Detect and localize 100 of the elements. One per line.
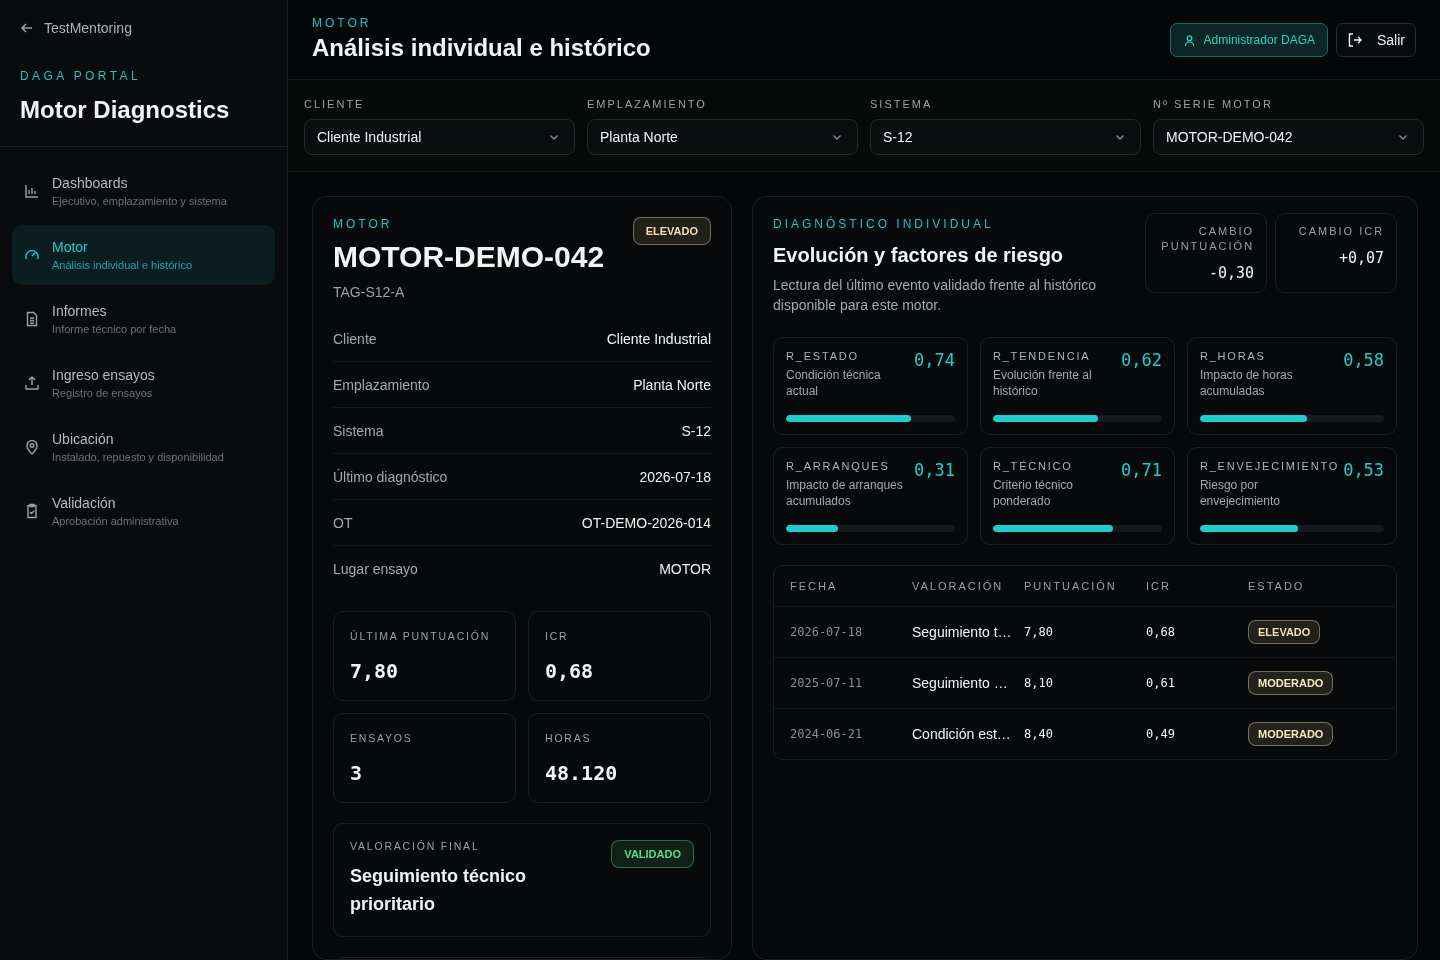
change-value: -0,30 (1208, 264, 1255, 282)
status-badge: MODERADO (1248, 671, 1334, 695)
column-header: ICR (1146, 580, 1172, 592)
factor-description: Criterio técnico ponderado (992, 477, 1074, 509)
factor-code: R_ARRANQUES (786, 460, 891, 472)
page-title: Análisis individual e histórico (312, 34, 651, 62)
stat-value: 7,80 (350, 659, 400, 683)
factor-description: Condición técnica actual (786, 367, 882, 399)
logout-icon (1347, 32, 1363, 48)
score-cell-text: 7,80 (1024, 625, 1054, 639)
user-button[interactable]: Administrador DAGA (1169, 23, 1328, 57)
status-badge: ELEVADO (632, 217, 711, 245)
score-cell-text: 8,40 (1024, 727, 1054, 741)
detail-label: Último diagnóstico (333, 468, 448, 485)
icr-cell-text: 0,68 (1146, 625, 1176, 639)
bar-chart-icon (24, 183, 40, 199)
nav-item[interactable]: Ubicación Instalado, repuesto y disponibilidad (12, 417, 275, 477)
filter-label: SISTEMA (870, 98, 934, 110)
stat-value: 3 (350, 761, 364, 785)
factor-value: 0,71 (1120, 460, 1162, 482)
icr-cell-text: 0,49 (1146, 727, 1176, 741)
nav-item[interactable]: Motor Análisis individual e histórico (12, 225, 275, 285)
motor-name: MOTOR-DEMO-042 (333, 240, 605, 274)
factor-code: R_TÉCNICO (992, 460, 1074, 472)
final-label: VALORACIÓN FINAL (350, 840, 481, 852)
factor-value: 0,53 (1343, 460, 1385, 482)
detail-label: Cliente (333, 330, 377, 347)
filter-label: EMPLAZAMIENTO (587, 98, 708, 110)
factor-code: R_HORAS (1199, 350, 1267, 362)
logout-button[interactable]: Salir (1336, 23, 1416, 57)
stat-label: HORAS (545, 732, 593, 744)
column-header: VALORACIÓN (912, 580, 1005, 592)
stat-value: 48.120 (545, 761, 619, 785)
status-badge: ELEVADO (1248, 620, 1321, 644)
back-link[interactable]: TestMentoring (20, 20, 267, 36)
clipboard-check-icon (24, 503, 40, 519)
location-pin-icon (24, 439, 40, 455)
detail-value: Planta Norte (633, 376, 711, 393)
card-description: Lectura del último evento validado frente al histórico disponible para este motor. (773, 276, 1097, 315)
detail-value: 2026-07-18 (639, 468, 711, 485)
page-eyebrow: MOTOR (312, 16, 373, 30)
column-header: ESTADO (1248, 580, 1306, 592)
detail-value: S-12 (681, 422, 711, 439)
brand-label: DAGA PORTAL (20, 69, 142, 83)
change-label: CAMBIO ICR (1298, 224, 1385, 239)
nav-item[interactable]: Ingreso ensayos Registro de ensayos (12, 353, 275, 413)
nav-item[interactable]: Informes Informe técnico por fecha (12, 289, 275, 349)
column-header: PUNTUACIÓN (1024, 580, 1118, 592)
document-icon (24, 311, 40, 327)
card-eyebrow: DIAGNÓSTICO INDIVIDUAL (773, 217, 995, 231)
card-eyebrow: MOTOR (333, 217, 394, 231)
upload-icon (24, 375, 40, 391)
select-field[interactable]: S-12 (870, 119, 1141, 155)
date-cell-text: 2026-07-18 (790, 625, 864, 639)
factor-code: R_ESTADO (786, 350, 860, 362)
arrow-left-icon (20, 21, 34, 35)
status-badge: MODERADO (1248, 722, 1334, 746)
date-cell-text: 2025-07-11 (790, 676, 864, 690)
filter-label: Nº SERIE MOTOR (1153, 98, 1274, 110)
detail-label: Sistema (333, 422, 384, 439)
factor-description: Riesgo por envejecimiento (1199, 477, 1281, 509)
date-cell-text: 2024-06-21 (790, 727, 864, 741)
factor-value: 0,62 (1120, 350, 1162, 372)
nav-item[interactable]: Dashboards Ejecutivo, emplazamiento y sistema (12, 161, 275, 221)
detail-value: MOTOR (659, 560, 711, 577)
factor-value: 0,58 (1343, 350, 1385, 372)
detail-label: Emplazamiento (333, 376, 430, 393)
assessment-cell-text: Seguimiento … (912, 675, 1009, 691)
final-assessment-text: Seguimiento técnico prioritario (350, 865, 528, 916)
change-value: +0,07 (1338, 249, 1385, 267)
score-cell-text: 8,10 (1024, 676, 1054, 690)
motor-tag: TAG-S12-A (333, 284, 605, 300)
change-label: CAMBIO PUNTUACIÓN (1160, 224, 1255, 254)
factor-value: 0,74 (914, 350, 955, 372)
factor-code: R_TENDENCIA (992, 350, 1092, 362)
stat-label: ÚLTIMA PUNTUACIÓN (350, 630, 492, 642)
factor-value: 0,31 (914, 460, 955, 482)
detail-label: OT (333, 514, 353, 531)
factor-description: Impacto de arranques acumulados (786, 477, 904, 509)
card-title: Evolución y factores de riesgo (773, 244, 1065, 267)
stat-label: ICR (545, 630, 570, 642)
stat-label: ENSAYOS (350, 732, 414, 744)
stat-value: 0,68 (545, 659, 595, 683)
filter-label: CLIENTE (304, 98, 366, 110)
user-icon (1182, 33, 1196, 47)
icr-cell-text: 0,61 (1146, 676, 1176, 690)
select-field[interactable]: Planta Norte (587, 119, 858, 155)
assessment-cell-text: Seguimiento t… (912, 624, 1013, 640)
detail-value: Cliente Industrial (606, 330, 711, 347)
factor-description: Evolución frente al histórico (992, 367, 1093, 399)
status-badge: VALIDADO (611, 840, 694, 868)
select-field[interactable]: MOTOR-DEMO-042 (1153, 119, 1424, 155)
assessment-cell-text: Condición est… (912, 726, 1012, 742)
detail-value: OT-DEMO-2026-014 (581, 514, 711, 531)
nav-item[interactable]: Validación Aprobación administrativa (12, 481, 275, 541)
select-field[interactable]: Cliente Industrial (304, 119, 575, 155)
column-header: FECHA (790, 580, 839, 592)
factor-code: R_ENVEJECIMIENTO (1199, 460, 1340, 472)
factor-description: Impacto de horas acumuladas (1199, 367, 1294, 399)
detail-label: Lugar ensayo (333, 560, 418, 577)
